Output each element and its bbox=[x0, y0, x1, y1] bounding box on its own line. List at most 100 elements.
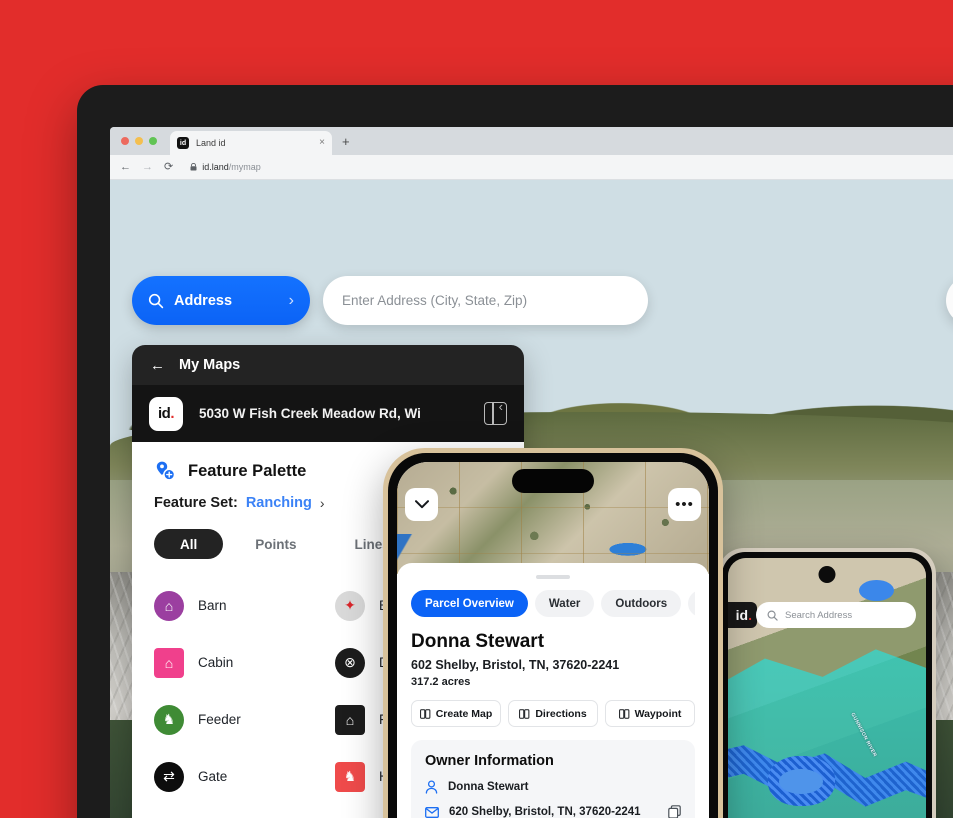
feature-label: Gate bbox=[198, 769, 228, 784]
parcel-tool-button[interactable]: Parcel bbox=[946, 276, 953, 325]
address-mode-button[interactable]: Address › bbox=[132, 276, 310, 325]
forward-icon[interactable]: → bbox=[142, 161, 153, 173]
search-icon bbox=[148, 293, 164, 309]
parcel-address: 602 Shelby, Bristol, TN, 37620-2241 bbox=[411, 658, 620, 672]
tablet-frame: GUNNISON RIVER CUNNISON RIVER id. Search… bbox=[718, 548, 936, 818]
gate-icon: ⇄ bbox=[154, 761, 184, 792]
tab-all[interactable]: All bbox=[154, 529, 224, 559]
tab-points[interactable]: Points bbox=[229, 529, 322, 559]
more-options-icon[interactable]: ••• bbox=[668, 488, 701, 521]
tablet-search-placeholder: Search Address bbox=[785, 609, 853, 621]
dynamic-island bbox=[512, 469, 594, 493]
panel-header: ← My Maps bbox=[132, 345, 524, 385]
feature-item[interactable]: ♞ Feeder bbox=[154, 691, 321, 748]
tab-title: Land id bbox=[196, 138, 226, 148]
feature-item[interactable]: ⌂ Barn bbox=[154, 577, 321, 634]
action-waypoint[interactable]: Waypoint bbox=[605, 700, 695, 727]
detail-tab-parcel-overview[interactable]: Parcel Overview bbox=[411, 590, 528, 617]
feature-palette-title: Feature Palette bbox=[188, 461, 307, 480]
phone-map-area[interactable]: ••• bbox=[397, 462, 709, 574]
parcel-owner-name: Donna Stewart bbox=[411, 631, 545, 652]
detail-tab-water[interactable]: Water bbox=[534, 590, 595, 617]
reload-icon[interactable]: ⟳ bbox=[164, 161, 173, 173]
chevron-right-icon[interactable]: › bbox=[320, 495, 325, 511]
phone-device: ••• Parcel OverviewWaterOutdoors Boundari… bbox=[383, 448, 723, 818]
feature-item[interactable]: ⌂House bbox=[154, 805, 321, 818]
browser-tab[interactable]: id Land id × bbox=[170, 131, 332, 155]
back-icon[interactable]: ← bbox=[120, 161, 131, 173]
cabin-icon: ⌂ bbox=[154, 647, 184, 678]
panel-map-row: id. 5030 W Fish Creek Meadow Rd, Wi bbox=[132, 385, 524, 442]
tablet-search-bar[interactable]: Search Address bbox=[756, 602, 916, 628]
owner-person-name: Donna Stewart bbox=[448, 781, 529, 793]
parcel-detail-sheet: Parcel OverviewWaterOutdoors Boundaries D… bbox=[397, 563, 709, 818]
maximize-window-button[interactable] bbox=[149, 137, 157, 145]
search-toolbar: Address › bbox=[132, 276, 648, 325]
duck-icon: ⊗ bbox=[335, 647, 365, 678]
panel-title: My Maps bbox=[179, 357, 241, 373]
action-label: Create Map bbox=[435, 707, 493, 720]
map-icon bbox=[519, 708, 530, 719]
new-tab-button[interactable]: + bbox=[342, 135, 350, 148]
feature-palette-icon bbox=[154, 460, 176, 482]
tablet-screen[interactable]: GUNNISON RIVER CUNNISON RIVER id. Search… bbox=[728, 558, 926, 818]
parcel-acreage: 317.2 acres bbox=[411, 676, 471, 688]
owner-mail-row: 620 Shelby, Bristol, TN, 37620-2241 bbox=[425, 805, 681, 818]
feature-label: Feeder bbox=[198, 712, 241, 727]
back-icon[interactable]: ← bbox=[150, 357, 165, 374]
landid-logo: id. bbox=[149, 396, 183, 431]
phone-frame: ••• Parcel OverviewWaterOutdoors Boundari… bbox=[383, 448, 723, 818]
tablet-bezel: GUNNISON RIVER CUNNISON RIVER id. Search… bbox=[722, 552, 932, 818]
map-title: 5030 W Fish Creek Meadow Rd, Wi bbox=[199, 406, 421, 421]
url-text: id.land/mymap bbox=[202, 162, 261, 172]
phone-bezel: ••• Parcel OverviewWaterOutdoors Boundari… bbox=[388, 453, 718, 818]
tab-favicon-icon: id bbox=[177, 137, 189, 149]
detail-tab-boundaries[interactable]: Boundaries bbox=[688, 590, 695, 617]
blind-icon: ✦ bbox=[335, 590, 365, 621]
barn-icon: ⌂ bbox=[154, 590, 184, 621]
chevron-down-icon[interactable] bbox=[405, 488, 438, 521]
window-controls[interactable] bbox=[121, 137, 157, 145]
owner-mail-address: 620 Shelby, Bristol, TN, 37620-2241 bbox=[449, 806, 641, 818]
feature-set-label: Feature Set: bbox=[154, 495, 238, 511]
browser-url-bar: ← → ⟳ id.land/mymap bbox=[110, 155, 953, 180]
close-icon[interactable]: × bbox=[319, 138, 325, 148]
food-plot-icon: ⌂ bbox=[335, 704, 365, 735]
feature-label: Cabin bbox=[198, 655, 234, 670]
chevron-right-icon: › bbox=[288, 291, 294, 309]
front-camera bbox=[818, 566, 836, 583]
pond-inner bbox=[779, 768, 824, 794]
map-icon bbox=[618, 708, 630, 719]
action-directions[interactable]: Directions bbox=[508, 700, 598, 727]
sheet-drag-handle[interactable] bbox=[536, 575, 570, 579]
feature-item[interactable]: ⇄ Gate bbox=[154, 748, 321, 805]
feeder-icon: ♞ bbox=[154, 704, 184, 735]
screenshot-root: id Land id × + ← → ⟳ id.land/mymap Addre… bbox=[0, 0, 953, 818]
address-button-label: Address bbox=[174, 292, 233, 309]
feature-item[interactable]: ⌂ Cabin bbox=[154, 634, 321, 691]
minimize-window-button[interactable] bbox=[135, 137, 143, 145]
search-icon bbox=[767, 610, 778, 621]
feature-label: Barn bbox=[198, 598, 227, 613]
action-label: Waypoint bbox=[634, 707, 682, 720]
feature-set-value[interactable]: Ranching bbox=[246, 495, 312, 511]
browser-tab-bar: id Land id × + bbox=[110, 127, 953, 155]
horse-icon: ♞ bbox=[335, 761, 365, 792]
panel-collapse-icon[interactable] bbox=[484, 399, 507, 425]
tablet-device: GUNNISON RIVER CUNNISON RIVER id. Search… bbox=[718, 548, 936, 818]
tablet-map[interactable]: GUNNISON RIVER CUNNISON RIVER bbox=[728, 558, 926, 818]
person-icon bbox=[425, 780, 438, 794]
parcel-actions: Create Map Directions Waypoint bbox=[411, 700, 695, 727]
url-field[interactable]: id.land/mymap bbox=[190, 162, 261, 172]
close-window-button[interactable] bbox=[121, 137, 129, 145]
mail-icon bbox=[425, 806, 439, 818]
owner-name-row: Donna Stewart bbox=[425, 780, 681, 794]
lake-feature bbox=[858, 579, 895, 602]
owner-info-title: Owner Information bbox=[425, 753, 554, 769]
map-icon bbox=[419, 708, 431, 719]
detail-tab-outdoors[interactable]: Outdoors bbox=[601, 590, 682, 617]
landid-logo: id. bbox=[728, 602, 757, 628]
copy-icon[interactable] bbox=[668, 805, 681, 818]
action-create-map[interactable]: Create Map bbox=[411, 700, 501, 727]
address-input[interactable] bbox=[323, 276, 648, 325]
